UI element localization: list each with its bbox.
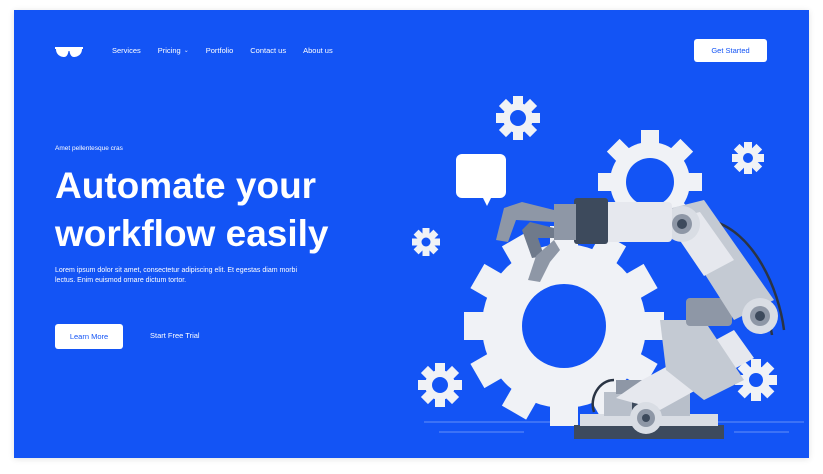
headline-line-1: Automate your	[55, 165, 317, 206]
speech-bubble-icon	[456, 154, 506, 206]
hero-description: Lorem ipsum dolor sit amet, consectetur …	[55, 267, 297, 284]
gear-small-right-icon	[732, 142, 764, 174]
headline-line-2: workflow easily	[55, 213, 329, 254]
main-nav: Services Pricing ⌄ Portfolio Contact us A…	[112, 46, 333, 55]
robot-arm-illustration	[412, 96, 804, 439]
nav-item-services[interactable]: Services	[112, 46, 141, 55]
hero-eyebrow: Amet pellentesque cras	[55, 145, 123, 152]
nav-item-contact[interactable]: Contact us	[250, 46, 286, 55]
start-free-trial-link[interactable]: Start Free Trial	[150, 331, 200, 340]
sunglasses-icon[interactable]	[55, 45, 83, 59]
gear-bottom-left-icon	[418, 363, 462, 407]
nav-item-about[interactable]: About us	[303, 46, 333, 55]
get-started-button[interactable]: Get Started	[694, 39, 767, 62]
nav-item-pricing[interactable]: Pricing ⌄	[158, 46, 189, 55]
nav-item-portfolio[interactable]: Portfolio	[206, 46, 234, 55]
gear-small-top-icon	[496, 96, 540, 140]
hero-headline: Automate your workflow easily	[55, 162, 415, 258]
landing-page: Services Pricing ⌄ Portfolio Contact us A…	[14, 10, 809, 458]
gear-small-left-icon	[412, 228, 440, 256]
chevron-down-icon: ⌄	[183, 48, 189, 54]
learn-more-button[interactable]: Learn More	[55, 324, 123, 349]
